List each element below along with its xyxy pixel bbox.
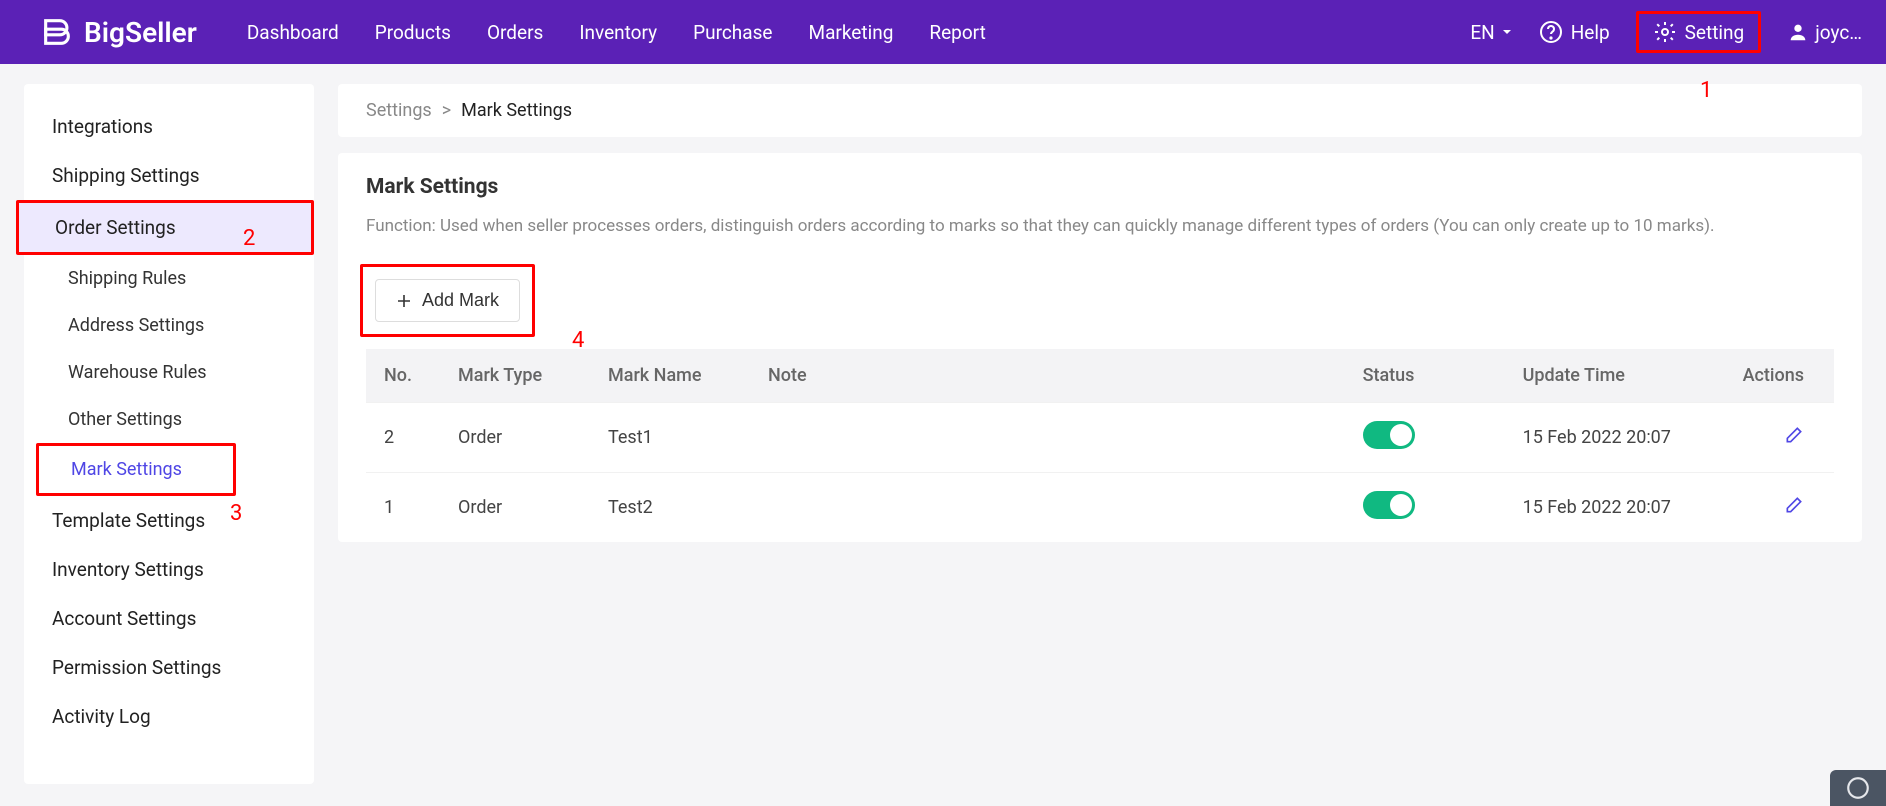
brand-text: BigSeller xyxy=(84,16,197,49)
setting-link[interactable]: Setting xyxy=(1636,11,1762,53)
help-link[interactable]: Help xyxy=(1539,20,1610,44)
logo[interactable]: BigSeller xyxy=(40,15,197,49)
help-label: Help xyxy=(1571,21,1610,44)
th-note: Note xyxy=(756,349,1351,403)
plus-icon xyxy=(396,293,412,309)
breadcrumb-current: Mark Settings xyxy=(461,100,572,121)
th-mark-type: Mark Type xyxy=(446,349,596,403)
chat-icon xyxy=(1845,775,1871,801)
table-header-row: No. Mark Type Mark Name Note Status Upda… xyxy=(366,349,1834,403)
cell-actions xyxy=(1731,403,1834,473)
cell-update: 15 Feb 2022 20:07 xyxy=(1511,473,1731,543)
sidebar-item-shipping-rules[interactable]: Shipping Rules xyxy=(24,255,314,302)
breadcrumb-root[interactable]: Settings xyxy=(366,100,432,121)
cell-type: Order xyxy=(446,473,596,543)
sidebar-item-order-settings[interactable]: Order Settings xyxy=(16,200,314,255)
user-label: joyc… xyxy=(1815,21,1862,44)
cell-status xyxy=(1351,473,1511,543)
cell-type: Order xyxy=(446,403,596,473)
top-nav: Dashboard Products Orders Inventory Purc… xyxy=(247,21,986,44)
logo-icon xyxy=(40,15,74,49)
page-description: Function: Used when seller processes ord… xyxy=(366,213,1834,240)
marks-table: No. Mark Type Mark Name Note Status Upda… xyxy=(366,349,1834,542)
breadcrumb-sep: > xyxy=(442,100,451,121)
sidebar-item-permission-settings[interactable]: Permission Settings xyxy=(24,643,314,692)
th-mark-name: Mark Name xyxy=(596,349,756,403)
nav-inventory[interactable]: Inventory xyxy=(579,21,657,44)
nav-products[interactable]: Products xyxy=(375,21,451,44)
cell-note xyxy=(756,473,1351,543)
chat-widget[interactable] xyxy=(1830,770,1886,806)
cell-note xyxy=(756,403,1351,473)
help-icon xyxy=(1539,20,1563,44)
breadcrumb: Settings > Mark Settings xyxy=(338,84,1862,137)
cell-update: 15 Feb 2022 20:07 xyxy=(1511,403,1731,473)
th-status: Status xyxy=(1351,349,1511,403)
nav-report[interactable]: Report xyxy=(929,21,985,44)
th-update-time: Update Time xyxy=(1511,349,1731,403)
sidebar: Integrations Shipping Settings Order Set… xyxy=(24,84,314,784)
cell-no: 1 xyxy=(366,473,446,543)
page-title: Mark Settings xyxy=(366,175,1834,199)
header-right: EN Help Setting joyc… xyxy=(1470,11,1862,53)
cell-no: 2 xyxy=(366,403,446,473)
sidebar-item-template-settings[interactable]: Template Settings xyxy=(24,496,314,545)
sidebar-item-mark-settings[interactable]: Mark Settings xyxy=(36,443,236,496)
main-content: Settings > Mark Settings Mark Settings F… xyxy=(338,84,1862,784)
user-menu[interactable]: joyc… xyxy=(1787,21,1862,44)
gear-icon xyxy=(1653,20,1677,44)
nav-marketing[interactable]: Marketing xyxy=(808,21,893,44)
sidebar-item-address-settings[interactable]: Address Settings xyxy=(24,302,314,349)
nav-purchase[interactable]: Purchase xyxy=(693,21,772,44)
th-actions: Actions xyxy=(1731,349,1834,403)
language-label: EN xyxy=(1470,21,1494,44)
nav-orders[interactable]: Orders xyxy=(487,21,543,44)
language-selector[interactable]: EN xyxy=(1470,21,1512,44)
cell-name: Test1 xyxy=(596,403,756,473)
cell-name: Test2 xyxy=(596,473,756,543)
status-toggle[interactable] xyxy=(1363,491,1415,519)
cell-actions xyxy=(1731,473,1834,543)
nav-dashboard[interactable]: Dashboard xyxy=(247,21,339,44)
table-row: 1 Order Test2 15 Feb 2022 20:07 xyxy=(366,473,1834,543)
edit-icon[interactable] xyxy=(1784,425,1804,450)
add-mark-highlight: Add Mark xyxy=(360,264,535,337)
sidebar-item-integrations[interactable]: Integrations xyxy=(24,102,314,151)
add-mark-button[interactable]: Add Mark xyxy=(375,279,520,322)
sidebar-item-warehouse-rules[interactable]: Warehouse Rules xyxy=(24,349,314,396)
sidebar-item-activity-log[interactable]: Activity Log xyxy=(24,692,314,741)
sidebar-item-inventory-settings[interactable]: Inventory Settings xyxy=(24,545,314,594)
th-no: No. xyxy=(366,349,446,403)
sidebar-item-shipping-settings[interactable]: Shipping Settings xyxy=(24,151,314,200)
panel-mark-settings: Mark Settings Function: Used when seller… xyxy=(338,153,1862,542)
sidebar-item-account-settings[interactable]: Account Settings xyxy=(24,594,314,643)
status-toggle[interactable] xyxy=(1363,421,1415,449)
add-mark-label: Add Mark xyxy=(422,290,499,311)
page-layout: Integrations Shipping Settings Order Set… xyxy=(0,64,1886,784)
edit-icon[interactable] xyxy=(1784,495,1804,520)
user-icon xyxy=(1787,21,1809,43)
caret-down-icon xyxy=(1501,26,1513,38)
cell-status xyxy=(1351,403,1511,473)
app-header: BigSeller Dashboard Products Orders Inve… xyxy=(0,0,1886,64)
table-row: 2 Order Test1 15 Feb 2022 20:07 xyxy=(366,403,1834,473)
sidebar-item-other-settings[interactable]: Other Settings xyxy=(24,396,314,443)
setting-label: Setting xyxy=(1685,21,1745,44)
